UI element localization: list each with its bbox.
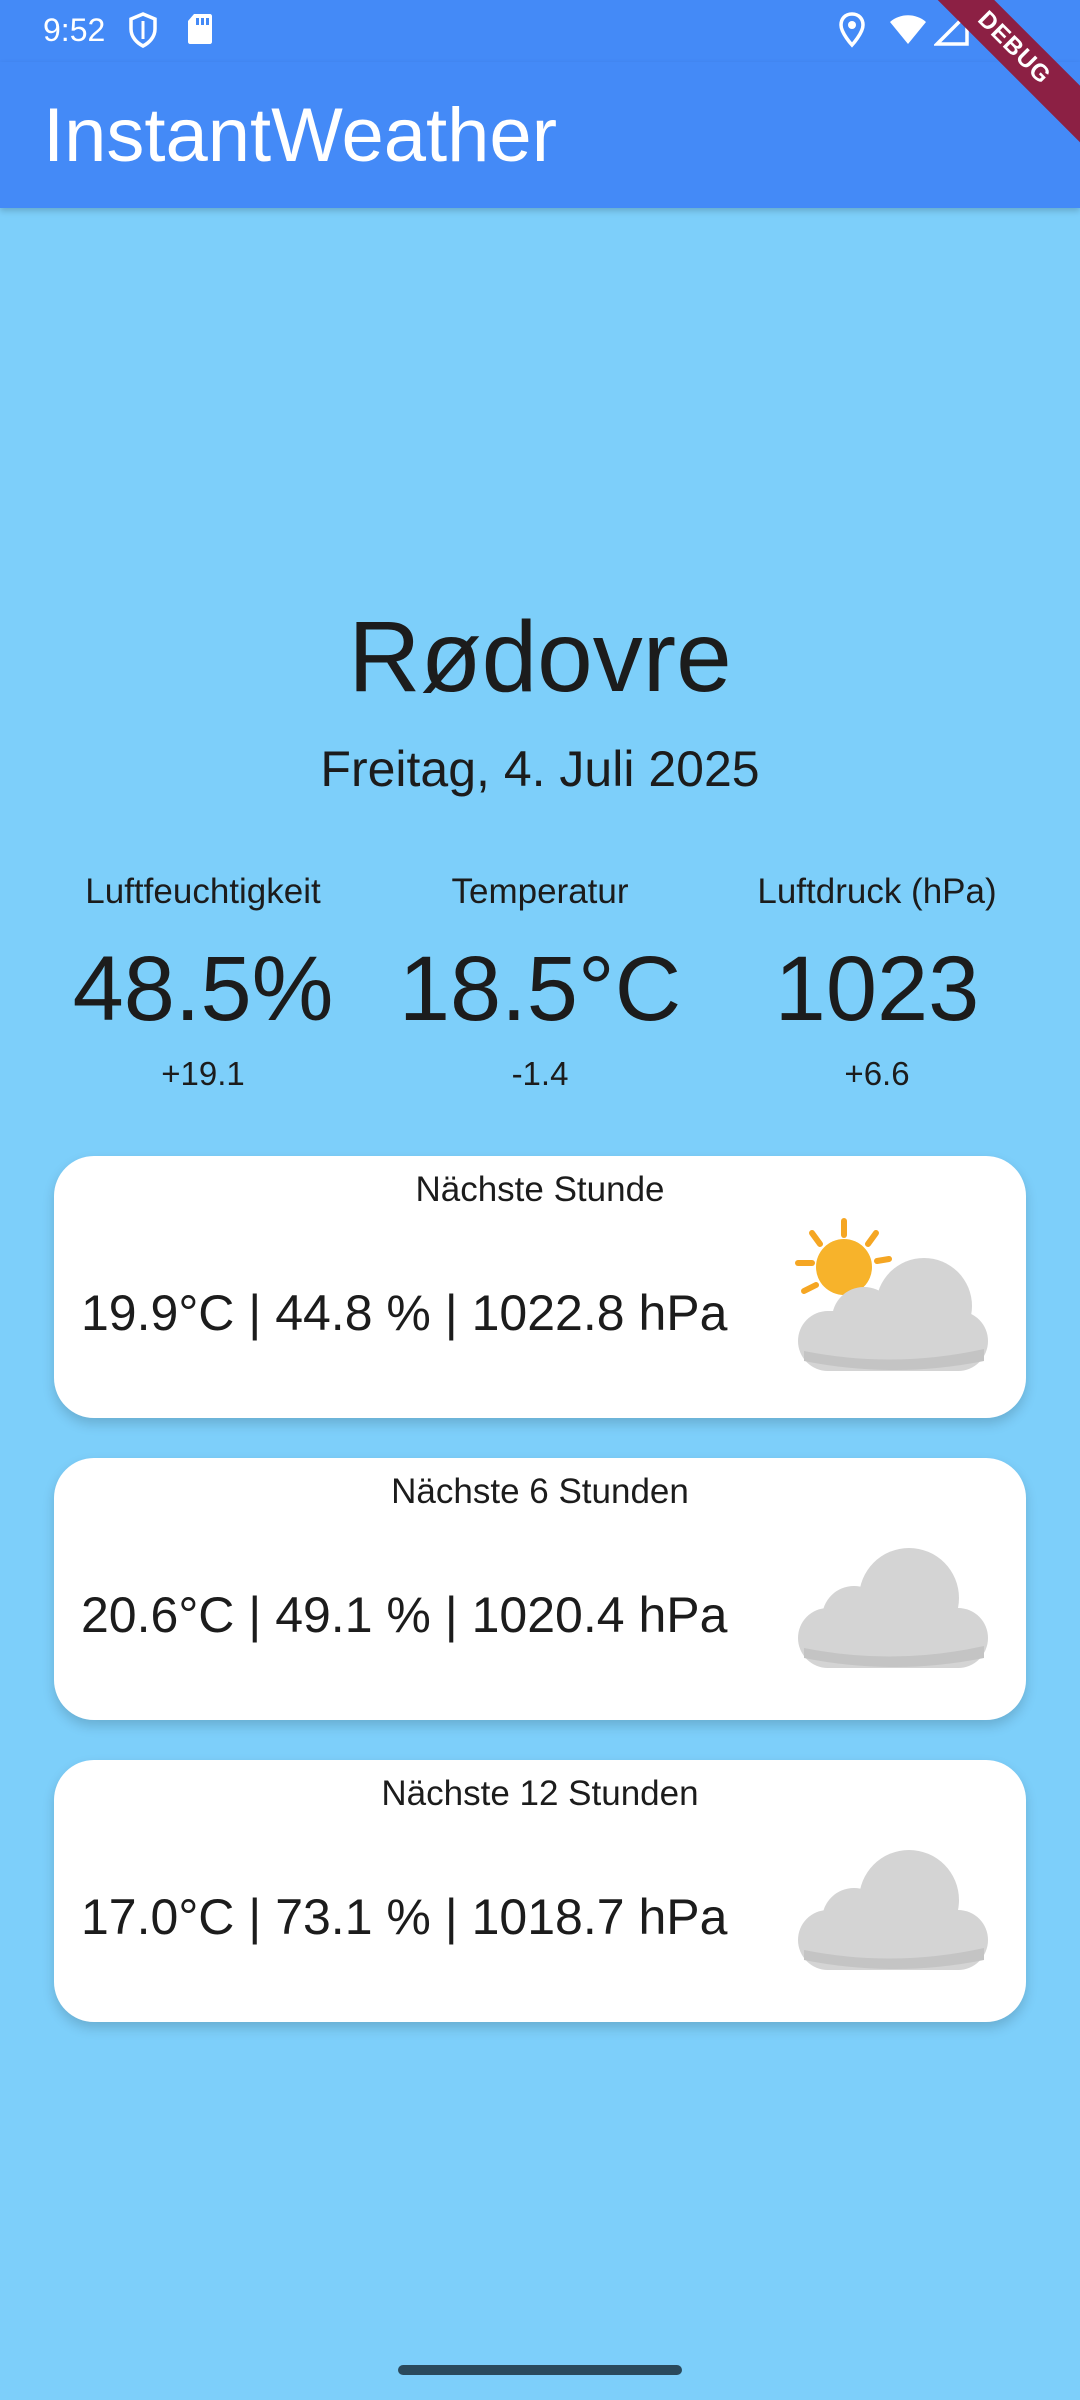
pressure-value: 1023 — [774, 938, 980, 1040]
forecast-values: 17.0°C | 73.1 % | 1018.7 hPa — [81, 1889, 728, 1945]
home-indicator[interactable] — [398, 2365, 682, 2375]
temperature-label: Temperatur — [451, 872, 629, 911]
city-name: Rødovre — [348, 601, 732, 713]
forecast-values: 19.9°C | 44.8 % | 1022.8 hPa — [81, 1285, 728, 1341]
pressure-label: Luftdruck (hPa) — [757, 872, 997, 911]
pressure-metric: Luftdruck (hPa) 1023 +6.6 — [707, 867, 1047, 1099]
humidity-label: Luftfeuchtigkeit — [85, 872, 321, 911]
forecast-card-next-hour[interactable]: Nächste Stunde 19.9°C | 44.8 % | 1022.8 … — [54, 1156, 1026, 1418]
forecast-title: Nächste 6 Stunden — [391, 1472, 689, 1511]
partly-cloudy-icon — [795, 1218, 988, 1371]
app-bar: InstantWeather — [0, 62, 1080, 208]
status-time: 9:52 — [43, 12, 106, 48]
forecast-title: Nächste Stunde — [415, 1170, 665, 1209]
shield-icon — [129, 12, 157, 48]
temperature-value: 18.5°C — [398, 938, 682, 1040]
humidity-delta: +19.1 — [161, 1055, 245, 1092]
wifi-icon — [890, 15, 926, 44]
forecast-values: 20.6°C | 49.1 % | 1020.4 hPa — [81, 1587, 728, 1643]
current-date: Freitag, 4. Juli 2025 — [320, 741, 760, 797]
forecast-title: Nächste 12 Stunden — [381, 1774, 699, 1813]
humidity-metric: Luftfeuchtigkeit 48.5% +19.1 — [33, 867, 373, 1099]
cloud-icon — [798, 1850, 988, 1970]
cloud-icon — [798, 1548, 988, 1668]
humidity-value: 48.5% — [72, 938, 334, 1040]
status-bar: 9:52 — [0, 0, 1080, 62]
temperature-delta: -1.4 — [511, 1055, 569, 1092]
pressure-delta: +6.6 — [844, 1055, 910, 1092]
sd-card-icon — [188, 14, 212, 44]
forecast-card-next-6-hours[interactable]: Nächste 6 Stunden 20.6°C | 49.1 % | 1020… — [54, 1458, 1026, 1720]
forecast-card-next-12-hours[interactable]: Nächste 12 Stunden 17.0°C | 73.1 % | 101… — [54, 1760, 1026, 2022]
location-icon — [839, 12, 865, 48]
temperature-metric: Temperatur 18.5°C -1.4 — [370, 867, 710, 1099]
app-title: InstantWeather — [43, 93, 558, 178]
